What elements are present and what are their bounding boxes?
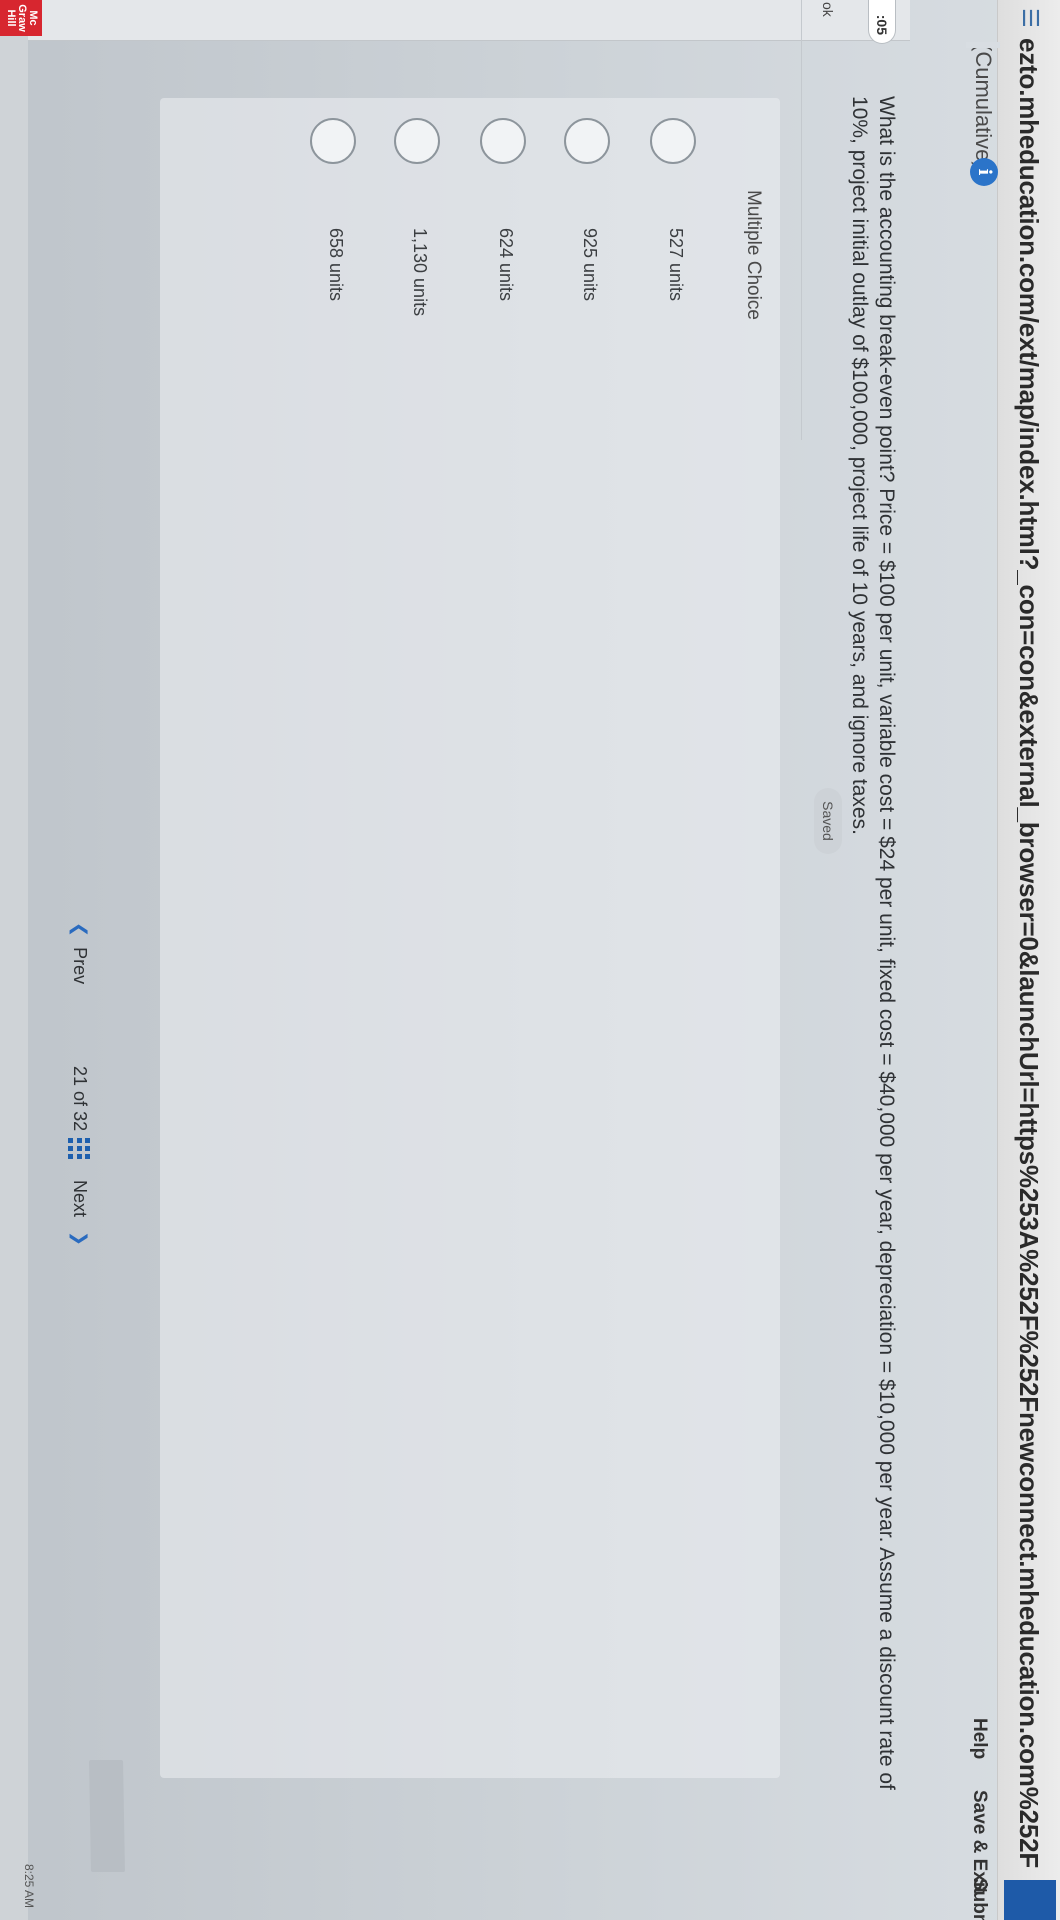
- side-panel-label[interactable]: ok: [820, 2, 836, 17]
- choices-card: [160, 98, 780, 1778]
- logo-line: Mc: [27, 10, 39, 26]
- choice-label[interactable]: 527 units: [665, 228, 686, 301]
- taskbar: [0, 0, 28, 1920]
- next-label[interactable]: Next: [70, 1180, 90, 1217]
- browser-toolbar-edge: [1004, 1880, 1056, 1920]
- screen: ☰ ezto.mheducation.com/ext/map/index.htm…: [0, 0, 1060, 1920]
- radio-button[interactable]: [310, 118, 356, 164]
- chevron-right-icon: ❯: [70, 1231, 90, 1247]
- page-indicator: 21 of 32: [69, 1066, 90, 1131]
- logo-line: Hill: [5, 9, 17, 27]
- next-button[interactable]: Next ❯: [69, 1180, 90, 1246]
- chevron-left-icon: ❮: [70, 922, 90, 938]
- question-text: What is the accounting break-even point?…: [848, 96, 898, 1790]
- logo-line: Graw: [16, 4, 28, 32]
- current-question: 21: [70, 1066, 90, 1087]
- question-type-label: Multiple Choice: [743, 190, 764, 320]
- choice-label[interactable]: 658 units: [325, 228, 346, 301]
- info-icon[interactable]: i: [970, 158, 998, 186]
- choice-label[interactable]: 1,130 units: [409, 228, 430, 316]
- side-divider: [801, 0, 802, 440]
- browser-address-bar[interactable]: ☰ ezto.mheducation.com/ext/map/index.htm…: [997, 0, 1060, 1920]
- choice-label[interactable]: 925 units: [579, 228, 600, 301]
- choice-label[interactable]: 624 units: [495, 228, 516, 301]
- title-crop-edge: [966, 42, 1000, 48]
- page-title: (Cumulative): [971, 44, 996, 169]
- site-icon: ☰: [1018, 8, 1043, 28]
- timer-badge: :05: [868, 0, 896, 44]
- scrollbar-thumb[interactable]: [89, 1760, 125, 1872]
- mcgraw-hill-logo: Mc Graw Hill: [0, 0, 42, 36]
- side-panel: [0, 0, 910, 41]
- help-link[interactable]: Help: [968, 1718, 990, 1759]
- radio-button[interactable]: [480, 118, 526, 164]
- system-clock: 8:25 AM: [22, 1864, 36, 1909]
- prev-label[interactable]: Prev: [70, 947, 90, 984]
- page-of-label: of: [70, 1091, 90, 1107]
- submit-button[interactable]: Submit: [968, 1878, 990, 1920]
- url-text[interactable]: ezto.mheducation.com/ext/map/index.html?…: [1013, 38, 1044, 1868]
- radio-button[interactable]: [564, 118, 610, 164]
- radio-button[interactable]: [650, 118, 696, 164]
- radio-button[interactable]: [394, 118, 440, 164]
- saved-status-badge: Saved: [814, 788, 842, 854]
- prev-button[interactable]: ❮ Prev: [69, 922, 90, 984]
- total-questions: 32: [70, 1111, 90, 1132]
- question-grid-icon[interactable]: [68, 1138, 90, 1160]
